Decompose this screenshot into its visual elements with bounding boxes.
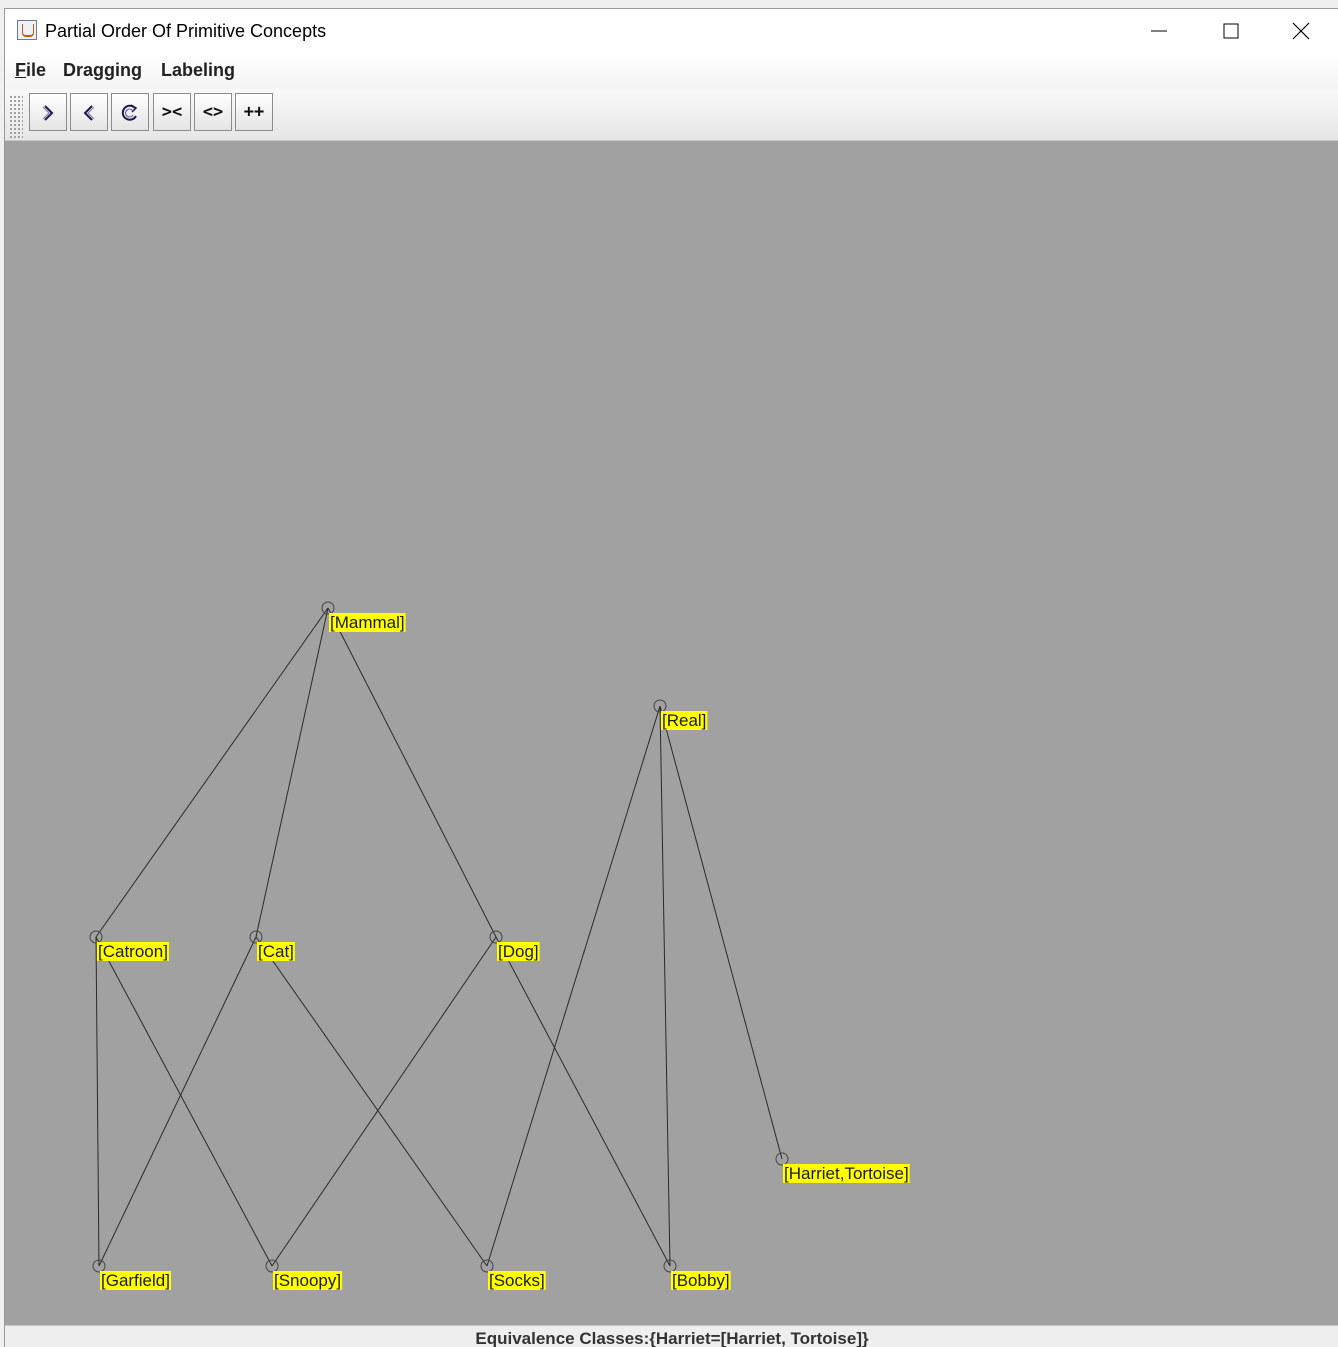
node-label[interactable]: [Snoopy]	[274, 1271, 341, 1290]
add-button[interactable]: ++	[235, 93, 273, 131]
node-label[interactable]: [Garfield]	[101, 1271, 170, 1290]
graph-canvas[interactable]: [Mammal] [Real] [Catroon] [Cat] [Dog] [Harrie…	[5, 141, 1338, 1325]
application-window: Partial Order Of Primitive Concepts File…	[4, 8, 1338, 1347]
next-button[interactable]	[29, 93, 67, 131]
node-label[interactable]: [Real]	[662, 711, 706, 730]
edge-cat-socks	[255, 936, 488, 1267]
node-label[interactable]: [Bobby]	[672, 1271, 730, 1290]
node-label[interactable]: [Catroon]	[98, 942, 168, 961]
edge-real-harriet	[659, 705, 783, 1160]
close-icon	[1292, 22, 1310, 40]
edge-dog-snoopy	[271, 936, 497, 1267]
chevron-right-icon	[42, 105, 54, 121]
menu-file-mnemonic: F	[15, 60, 26, 80]
toolbar: >< <> ++	[5, 89, 1338, 141]
node-garfield[interactable]: [Garfield]	[92, 1259, 171, 1290]
previous-button[interactable]	[70, 93, 108, 131]
expand-button[interactable]: <>	[194, 93, 232, 131]
edge-real-socks	[486, 705, 661, 1267]
title-bar[interactable]: Partial Order Of Primitive Concepts	[5, 9, 1338, 53]
close-button[interactable]	[1267, 9, 1335, 53]
node-label[interactable]: [Dog]	[498, 942, 539, 961]
refresh-button[interactable]	[111, 93, 149, 131]
chevron-left-icon	[83, 105, 95, 121]
edge-catroon-garfield	[95, 936, 100, 1267]
node-catroon[interactable]: [Catroon]	[89, 930, 169, 961]
minimize-icon	[1151, 30, 1167, 32]
node-harriet[interactable]: [Harriet,Tortoise]	[775, 1152, 910, 1183]
window-title: Partial Order Of Primitive Concepts	[45, 21, 327, 41]
collapse-button[interactable]: ><	[153, 93, 191, 131]
java-icon	[17, 20, 37, 40]
node-dog[interactable]: [Dog]	[489, 930, 540, 961]
maximize-button[interactable]	[1197, 9, 1265, 53]
menu-file[interactable]: File	[15, 60, 46, 81]
node-mammal[interactable]: [Mammal]	[321, 601, 406, 632]
edge-dog-bobby	[495, 936, 671, 1267]
edge-mammal-dog	[327, 607, 497, 938]
maximize-icon	[1223, 23, 1239, 39]
node-real[interactable]: [Real]	[653, 699, 708, 730]
edge-mammal-catroon	[95, 607, 329, 938]
minimize-button[interactable]	[1125, 9, 1193, 53]
node-label[interactable]: [Cat]	[258, 942, 294, 961]
partial-order-graph: [Mammal] [Real] [Catroon] [Cat] [Dog] [Harrie…	[89, 601, 910, 1290]
status-bar: Equivalence Classes:{Harriet=[Harriet, T…	[5, 1325, 1338, 1347]
edge-mammal-cat	[255, 607, 329, 938]
node-snoopy[interactable]: [Snoopy]	[265, 1259, 343, 1290]
menu-bar: File Dragging Labeling	[5, 53, 1338, 89]
toolbar-grip[interactable]	[9, 95, 23, 139]
refresh-icon	[121, 104, 138, 121]
node-bobby[interactable]: [Bobby]	[663, 1259, 731, 1290]
edge-real-bobby	[659, 705, 671, 1267]
node-label[interactable]: [Harriet,Tortoise]	[784, 1164, 909, 1183]
menu-dragging[interactable]: Dragging	[63, 60, 142, 81]
node-socks[interactable]: [Socks]	[480, 1259, 546, 1290]
node-label[interactable]: [Socks]	[489, 1271, 545, 1290]
menu-labeling[interactable]: Labeling	[161, 60, 235, 81]
node-label[interactable]: [Mammal]	[330, 613, 405, 632]
